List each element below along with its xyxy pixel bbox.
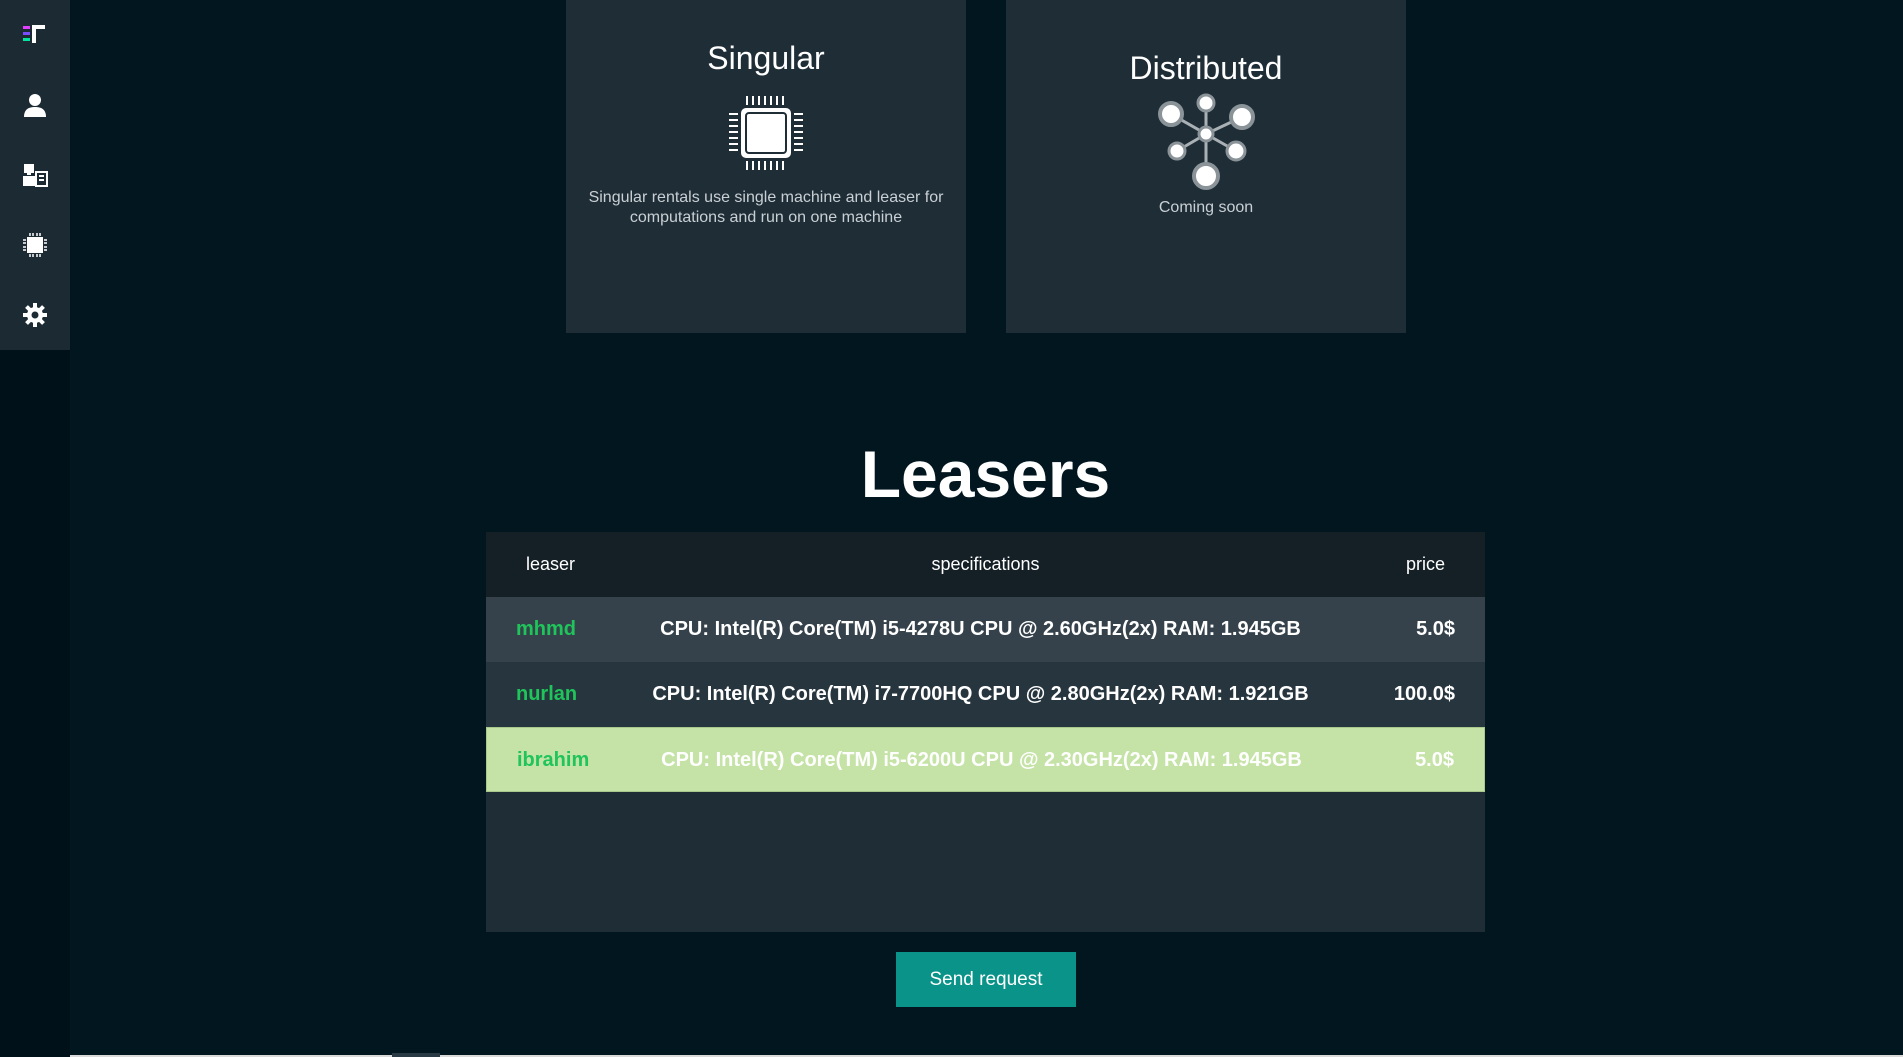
user-icon: [24, 94, 46, 117]
leaser-specifications: CPU: Intel(R) Core(TM) i7-7700HQ CPU @ 2…: [652, 683, 1309, 705]
sidebar-panel: [0, 0, 70, 350]
leaser-price: 100.0$: [1393, 683, 1455, 705]
leasers-table: leaser specifications price mhmd CPU: In…: [486, 532, 1485, 932]
machines-icon: [23, 164, 48, 187]
sidebar: [0, 0, 70, 1057]
sidebar-item-rentals[interactable]: [0, 217, 70, 273]
mode-title: Singular: [707, 40, 825, 76]
chip-icon: [727, 94, 805, 177]
leaser-price: 5.0$: [1415, 749, 1454, 771]
leaser-name: ibrahim: [517, 749, 590, 771]
mode-card-singular[interactable]: Singular Singular rentals use single mac…: [566, 0, 966, 333]
leaser-name: mhmd: [516, 618, 576, 640]
column-header-price: price: [1405, 554, 1445, 574]
sidebar-item-profile[interactable]: [0, 77, 70, 133]
column-header-specifications: specifications: [931, 554, 1040, 574]
table-row-selected[interactable]: ibrahim CPU: Intel(R) Core(TM) i5-6200U …: [486, 727, 1485, 792]
page-title: Leasers: [860, 437, 1111, 511]
table-row[interactable]: nurlan CPU: Intel(R) Core(TM) i7-7700HQ …: [486, 662, 1485, 727]
leaser-price: 5.0$: [1416, 618, 1455, 640]
sidebar-item-machines[interactable]: [0, 147, 70, 203]
network-icon: [1154, 92, 1258, 197]
gear-icon: [23, 303, 47, 327]
table-row[interactable]: mhmd CPU: Intel(R) Core(TM) i5-4278U CPU…: [486, 597, 1485, 662]
chip-icon: [23, 233, 47, 257]
send-request-button[interactable]: Send request: [896, 952, 1076, 1007]
table-header: leaser specifications price: [486, 532, 1485, 597]
sidebar-item-settings[interactable]: [0, 287, 70, 343]
leaser-name: nurlan: [516, 683, 578, 705]
mode-description: Singular rentals use single machine and …: [588, 189, 944, 226]
bottom-scroll-indicator: [392, 1053, 440, 1057]
logo-icon: [23, 25, 45, 43]
mode-card-distributed[interactable]: Distributed Coming soon: [1006, 0, 1406, 333]
leaser-specifications: CPU: Intel(R) Core(TM) i5-6200U CPU @ 2.…: [661, 749, 1302, 771]
sidebar-item-home[interactable]: [0, 6, 70, 62]
mode-title: Distributed: [1129, 50, 1283, 86]
mode-description: Coming soon: [1158, 199, 1254, 216]
leaser-specifications: CPU: Intel(R) Core(TM) i5-4278U CPU @ 2.…: [660, 618, 1301, 640]
